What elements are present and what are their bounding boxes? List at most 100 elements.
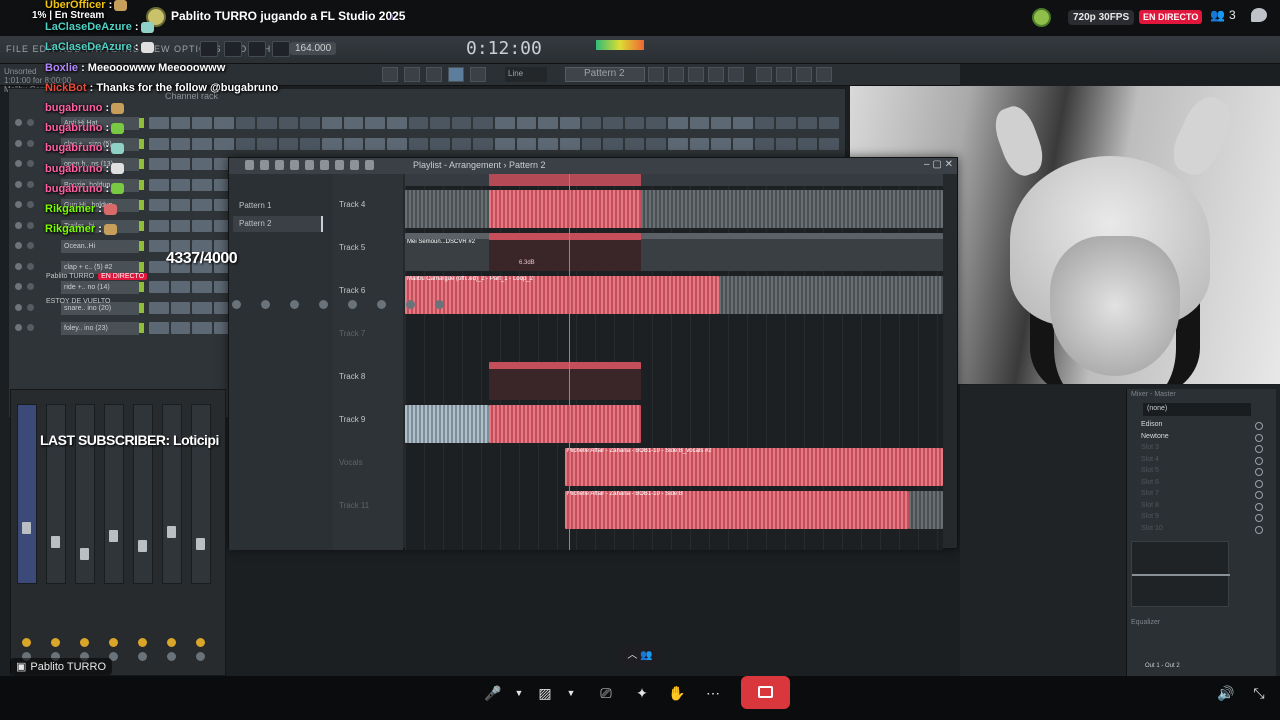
- screen-share-button[interactable]: ⎚: [595, 684, 617, 702]
- zoom-icon[interactable]: [350, 160, 359, 170]
- step-button[interactable]: [581, 137, 602, 150]
- channel-mute-led[interactable]: [15, 119, 22, 126]
- step-button[interactable]: [581, 117, 602, 129]
- pan-knob[interactable]: [167, 638, 176, 647]
- insert-strip[interactable]: [191, 404, 211, 584]
- plugin-icon[interactable]: [816, 67, 832, 82]
- delete-icon[interactable]: [290, 160, 299, 170]
- chevron-down-icon[interactable]: ▼: [560, 684, 582, 702]
- insert-knob[interactable]: [232, 300, 241, 309]
- channel-pan-knob[interactable]: [27, 160, 34, 167]
- step-button[interactable]: [365, 137, 385, 150]
- microphone-icon[interactable]: 🎤: [482, 684, 504, 702]
- step-button[interactable]: [711, 137, 731, 150]
- channel-mute-led[interactable]: [15, 324, 22, 331]
- step-button[interactable]: [473, 137, 493, 150]
- step-button[interactable]: [495, 117, 515, 129]
- link-icon[interactable]: [448, 67, 464, 82]
- channel-pan-knob[interactable]: [27, 283, 34, 290]
- step-button[interactable]: [170, 137, 191, 150]
- step-button[interactable]: [516, 137, 537, 150]
- play-button[interactable]: [224, 41, 242, 57]
- stop-button[interactable]: [248, 41, 266, 57]
- fullscreen-icon[interactable]: ⤡: [1248, 684, 1270, 702]
- track-label[interactable]: Track 9: [339, 415, 365, 424]
- channel-mute-led[interactable]: [15, 283, 22, 290]
- mute-icon[interactable]: [305, 160, 314, 170]
- user-avatar[interactable]: [1032, 8, 1051, 27]
- step-button[interactable]: [192, 178, 212, 191]
- piano-roll-icon[interactable]: [688, 67, 704, 82]
- step-button[interactable]: [170, 301, 191, 314]
- volume-fader[interactable]: [80, 548, 89, 560]
- channel-pan-knob[interactable]: [27, 303, 34, 311]
- step-button[interactable]: [170, 322, 191, 334]
- channel-name[interactable]: clap + c.. (5) #2: [61, 260, 139, 274]
- step-button[interactable]: [170, 219, 191, 232]
- chat-username[interactable]: Rikgamer: [45, 203, 95, 215]
- channel-mute-led[interactable]: [15, 139, 22, 147]
- step-button[interactable]: [776, 117, 796, 129]
- slot-enable-toggle[interactable]: [1255, 433, 1263, 442]
- channel-select-led[interactable]: [139, 302, 144, 313]
- chat-username[interactable]: LaClaseDeAzure: [45, 21, 132, 33]
- mixer-effect-slot[interactable]: Slot 9: [1141, 513, 1159, 520]
- step-button[interactable]: [278, 117, 299, 129]
- step-button[interactable]: [430, 117, 450, 129]
- step-button[interactable]: [365, 117, 385, 129]
- step-button[interactable]: [516, 117, 537, 129]
- mixer-effect-slot[interactable]: Edison: [1141, 421, 1162, 428]
- insert-knob[interactable]: [261, 300, 270, 309]
- mixer-effect-slot[interactable]: Slot 4: [1141, 456, 1159, 463]
- step-button[interactable]: [624, 137, 645, 150]
- step-button[interactable]: [192, 322, 212, 334]
- audio-clip[interactable]: [405, 405, 489, 443]
- channel-name[interactable]: foley.. ino (23): [61, 322, 139, 335]
- track-label[interactable]: Vocals: [339, 458, 363, 467]
- tool-icon[interactable]: [470, 67, 486, 82]
- insert-strip[interactable]: [46, 404, 66, 584]
- pan-knob[interactable]: [138, 638, 147, 647]
- track-label[interactable]: Track 8: [339, 372, 365, 381]
- pat-song-toggle[interactable]: [200, 41, 218, 57]
- slot-enable-toggle[interactable]: [1255, 491, 1263, 499]
- viewer-count[interactable]: 👥 3: [1210, 8, 1236, 22]
- chat-username[interactable]: Rikgamer: [45, 223, 95, 235]
- step-button[interactable]: [473, 117, 493, 129]
- channel-pan-knob[interactable]: [27, 139, 34, 147]
- step-button[interactable]: [689, 137, 710, 150]
- insert-knob[interactable]: [319, 300, 328, 309]
- timeline-ruler[interactable]: [405, 174, 943, 186]
- mixer-output[interactable]: Out 1 - Out 2: [1145, 663, 1180, 669]
- master-strip[interactable]: [17, 404, 37, 584]
- select-icon[interactable]: [335, 160, 344, 170]
- track-label[interactable]: Track 7: [339, 329, 365, 338]
- chat-username[interactable]: bugabruno: [45, 163, 102, 175]
- channel-row[interactable]: Ocean..Hi: [9, 238, 149, 254]
- insert-knob[interactable]: [348, 300, 357, 309]
- step-button[interactable]: [170, 158, 191, 170]
- chevron-down-icon[interactable]: ▼: [508, 684, 530, 702]
- step-button[interactable]: [559, 137, 580, 150]
- chat-username[interactable]: LaClaseDeAzure: [45, 41, 132, 53]
- chat-bubble-icon[interactable]: [1251, 8, 1267, 22]
- audio-clip[interactable]: Malibu Camargue (offi..ed)_2 - Part_1 - …: [405, 276, 719, 314]
- channel-select-led[interactable]: [139, 138, 144, 149]
- stereo-knob[interactable]: [138, 652, 147, 661]
- pan-knob[interactable]: [51, 638, 60, 647]
- close-icon[interactable]: – ▢ ✕: [924, 159, 953, 170]
- step-button[interactable]: [192, 137, 212, 150]
- step-button[interactable]: [235, 117, 256, 129]
- tempo-display[interactable]: 164.000: [290, 42, 337, 55]
- step-button[interactable]: [192, 199, 212, 211]
- channel-select-led[interactable]: [139, 241, 144, 251]
- step-button[interactable]: [192, 117, 212, 129]
- step-button[interactable]: [732, 137, 753, 150]
- channel-mute-led[interactable]: [15, 160, 22, 167]
- mixer-effect-slot[interactable]: Slot 8: [1141, 502, 1159, 509]
- channel-pan-knob[interactable]: [27, 262, 34, 270]
- pattern-selector[interactable]: Pattern 2: [565, 67, 645, 82]
- track-label[interactable]: Track 4: [339, 200, 365, 209]
- plugin-icon[interactable]: [776, 67, 792, 82]
- audio-clip[interactable]: [489, 405, 641, 443]
